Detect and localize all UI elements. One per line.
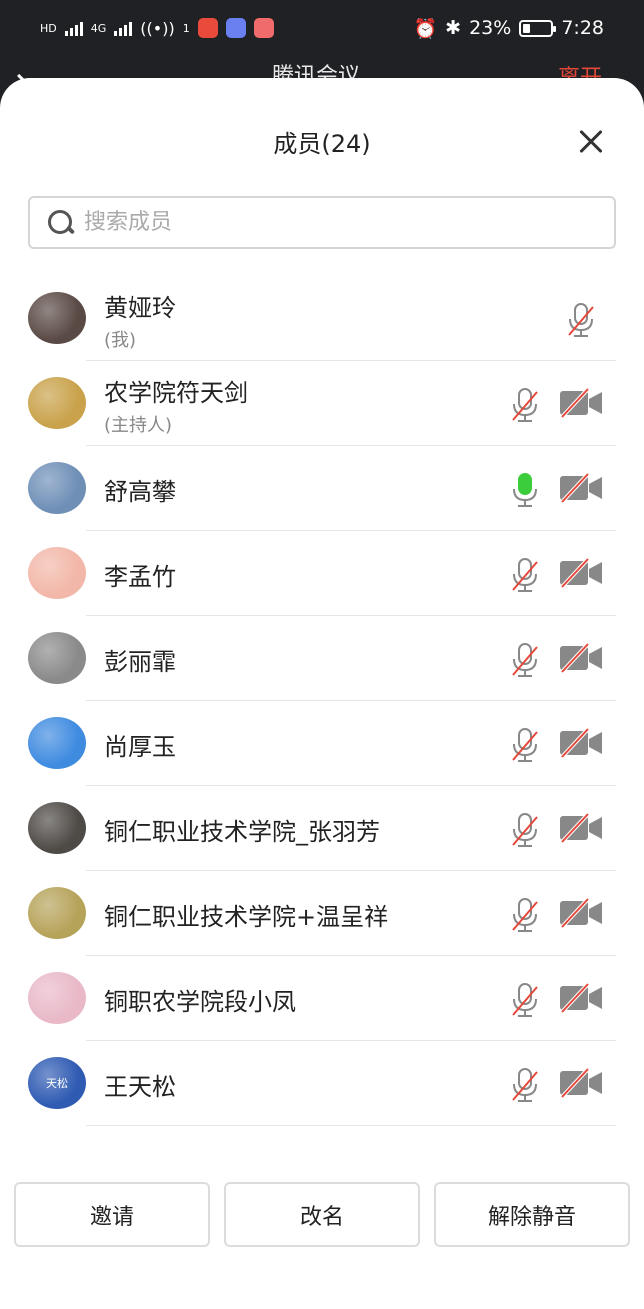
bluetooth-icon: ✱ bbox=[445, 17, 462, 39]
member-row[interactable]: 舒高攀 bbox=[0, 446, 644, 531]
status-bar: HD 4G ((•)) 1 ⏰ ✱ 23% 7:28 bbox=[0, 0, 644, 56]
avatar bbox=[28, 462, 86, 514]
footer-actions: 邀请 改名 解除静音 bbox=[0, 1158, 644, 1309]
camera-off-icon[interactable] bbox=[558, 472, 604, 504]
rename-button[interactable]: 改名 bbox=[224, 1182, 420, 1247]
mic-muted-icon[interactable] bbox=[566, 302, 596, 338]
network-type: HD bbox=[40, 21, 57, 35]
app-notification-icon bbox=[225, 18, 246, 38]
mic-muted-icon[interactable] bbox=[510, 812, 540, 848]
avatar bbox=[28, 377, 86, 429]
member-name: 铜仁职业技术学院_张羽芳 bbox=[104, 818, 380, 846]
member-name: 舒高攀 bbox=[104, 478, 176, 506]
member-name: 铜职农学院段小凤 bbox=[104, 988, 296, 1016]
member-row[interactable]: 李孟竹 bbox=[0, 531, 644, 616]
panel-header: 成员(24) bbox=[0, 78, 644, 198]
clock: 7:28 bbox=[561, 17, 604, 39]
app-notification-icon bbox=[253, 18, 274, 38]
avatar bbox=[28, 547, 86, 599]
member-row[interactable]: 彭丽霏 bbox=[0, 616, 644, 701]
row-divider bbox=[86, 1125, 616, 1126]
battery-percent: 23% bbox=[469, 17, 512, 39]
camera-off-icon[interactable] bbox=[558, 1067, 604, 1099]
net-4g-label: 4G bbox=[90, 21, 107, 35]
search-box[interactable] bbox=[28, 196, 616, 249]
battery-icon bbox=[519, 19, 557, 37]
unmute-all-button[interactable]: 解除静音 bbox=[434, 1182, 630, 1247]
member-name: 铜仁职业技术学院+温呈祥 bbox=[104, 903, 389, 931]
member-name: 农学院符天剑 bbox=[104, 379, 248, 407]
mic-muted-icon[interactable] bbox=[510, 387, 540, 423]
close-icon[interactable] bbox=[574, 124, 610, 160]
camera-off-icon[interactable] bbox=[558, 812, 604, 844]
signal-icon bbox=[114, 20, 133, 36]
wifi-superscript: 1 bbox=[182, 21, 190, 35]
member-row[interactable]: 铜职农学院段小凤 bbox=[0, 956, 644, 1041]
member-role: (主持人) bbox=[104, 415, 173, 436]
signal-icon bbox=[64, 20, 83, 36]
panel-title: 成员(24) bbox=[273, 130, 371, 158]
avatar bbox=[28, 292, 86, 344]
member-name: 尚厚玉 bbox=[104, 733, 176, 761]
camera-off-icon[interactable] bbox=[558, 557, 604, 589]
member-name: 彭丽霏 bbox=[104, 648, 176, 676]
mic-muted-icon[interactable] bbox=[510, 897, 540, 933]
app-notification-icon bbox=[197, 18, 218, 38]
camera-off-icon[interactable] bbox=[558, 897, 604, 929]
camera-off-icon[interactable] bbox=[558, 387, 604, 419]
member-row[interactable]: 尚厚玉 bbox=[0, 701, 644, 786]
avatar bbox=[28, 972, 86, 1024]
wifi-icon: ((•)) bbox=[140, 18, 175, 38]
avatar bbox=[28, 632, 86, 684]
avatar bbox=[28, 887, 86, 939]
member-row[interactable]: 农学院符天剑 (主持人) bbox=[0, 361, 644, 446]
member-row[interactable]: 黄娅玲 (我) bbox=[0, 276, 644, 361]
search-input[interactable] bbox=[84, 210, 564, 235]
member-name: 王天松 bbox=[104, 1073, 176, 1101]
mic-on-icon[interactable] bbox=[510, 472, 540, 508]
invite-button[interactable]: 邀请 bbox=[14, 1182, 210, 1247]
member-row[interactable]: 铜仁职业技术学院+温呈祥 bbox=[0, 871, 644, 956]
member-row[interactable]: 铜仁职业技术学院_张羽芳 bbox=[0, 786, 644, 871]
member-role: (我) bbox=[104, 330, 137, 351]
camera-off-icon[interactable] bbox=[558, 727, 604, 759]
member-name: 黄娅玲 bbox=[104, 294, 176, 322]
mic-muted-icon[interactable] bbox=[510, 557, 540, 593]
search-icon bbox=[46, 208, 76, 238]
avatar bbox=[28, 717, 86, 769]
alarm-icon: ⏰ bbox=[413, 17, 438, 40]
mic-muted-icon[interactable] bbox=[510, 982, 540, 1018]
camera-off-icon[interactable] bbox=[558, 982, 604, 1014]
members-panel: 成员(24) 黄娅玲 (我) 农学院符天剑 (主持人) 舒高攀李孟竹彭丽霏尚厚玉铜仁职业… bbox=[0, 78, 644, 1309]
avatar: 天松 bbox=[28, 1057, 86, 1109]
avatar bbox=[28, 802, 86, 854]
mic-muted-icon[interactable] bbox=[510, 727, 540, 763]
member-name: 李孟竹 bbox=[104, 563, 176, 591]
member-row[interactable]: 天松 王天松 bbox=[0, 1041, 644, 1126]
mic-muted-icon[interactable] bbox=[510, 1067, 540, 1103]
camera-off-icon[interactable] bbox=[558, 642, 604, 674]
member-list[interactable]: 黄娅玲 (我) 农学院符天剑 (主持人) 舒高攀李孟竹彭丽霏尚厚玉铜仁职业技术学院_张羽… bbox=[0, 276, 644, 1156]
mic-muted-icon[interactable] bbox=[510, 642, 540, 678]
